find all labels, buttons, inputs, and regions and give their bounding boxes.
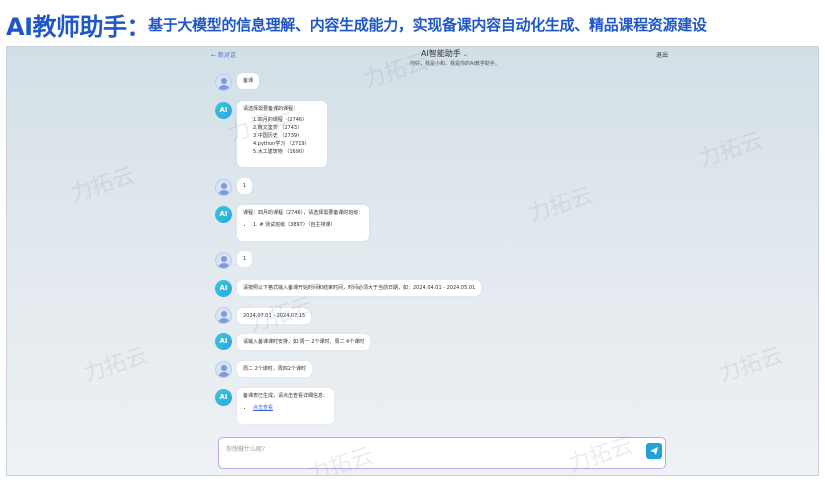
ai-message: 请输入备课课时安排，如:周一 2个课时，周二 4个课时 xyxy=(237,334,371,350)
ai-message: 课程：四月的课程（2746），请选择需要备课的班级： 1. # 测试班级（389… xyxy=(237,205,370,241)
user-avatar-icon xyxy=(215,307,232,324)
list-item: 1.四月的课程 （2746） xyxy=(253,117,308,123)
exit-link[interactable]: 退出 xyxy=(656,50,668,59)
assistant-greeting: 你好，我是小和，我是你的AI教学助手。 xyxy=(410,61,500,67)
course-list: 1.四月的课程 （2746） 2.散文鉴赏 （2743） 3.中国历史 （273… xyxy=(243,116,321,156)
ai-avatar-icon: AI xyxy=(215,206,232,223)
banner-subtitle: 基于大模型的信息理解、内容生成能力，实现备课内容自动化生成、精品课程资源建设 xyxy=(148,16,707,34)
watermark: 力拓云 xyxy=(695,128,767,173)
ai-avatar-icon: AI xyxy=(215,280,232,297)
user-avatar-icon xyxy=(215,74,232,91)
send-icon xyxy=(650,447,658,455)
list-item: 2.散文鉴赏 （2743） xyxy=(253,125,303,131)
user-avatar-icon xyxy=(215,361,232,378)
message-text: 请选择需要备课的课程： xyxy=(243,106,299,112)
assistant-title-text: AI智能助手 xyxy=(421,49,461,58)
message-text: 课程：四月的课程（2746），请选择需要备课的班级： xyxy=(243,210,364,216)
list-item: 4.python学习 （2719） xyxy=(253,141,310,147)
watermark: 力拓云 xyxy=(80,343,152,388)
ai-avatar-icon: AI xyxy=(215,333,232,350)
chevron-down-icon: ⌄ xyxy=(462,51,468,58)
user-avatar-icon xyxy=(215,179,232,196)
user-message: 周二 2个课时，周四2个课时 xyxy=(237,361,312,377)
banner-title: AI教师助手： xyxy=(6,13,151,41)
ai-avatar-icon: AI xyxy=(215,102,232,119)
user-message: 1 xyxy=(237,178,253,194)
user-avatar-icon xyxy=(215,252,232,269)
assistant-title[interactable]: AI智能助手 ⌄ xyxy=(421,48,468,59)
ai-message: 备课表已生成，请点击查看详细信息： 点击查看 xyxy=(237,388,335,424)
message-text: 备课表已生成，请点击查看详细信息： xyxy=(243,393,329,399)
list-item: 点击查看 xyxy=(253,404,328,412)
ai-message: 请选择需要备课的课程： 1.四月的课程 （2746） 2.散文鉴赏 （2743）… xyxy=(237,101,327,167)
list-item: 5.水工建筑物 （1690） xyxy=(253,149,308,155)
new-chat-link[interactable]: ← 新对话 xyxy=(211,50,236,59)
ai-avatar-icon: AI xyxy=(215,389,232,406)
class-list: 1. # 测试班级（3897）（自主排课） xyxy=(243,221,363,229)
user-message: 2024.07.01 - 2024.07.15 xyxy=(237,308,312,324)
watermark: 力拓云 xyxy=(67,163,139,208)
message-input-box[interactable]: 你想做什么呢? xyxy=(218,437,666,469)
ai-message: 请按照以下格式输入备课开始时间和结束时间，时间必须大于当前日期，如：2024.0… xyxy=(237,280,482,296)
watermark: 力拓云 xyxy=(715,343,787,388)
view-details-link[interactable]: 点击查看 xyxy=(253,405,273,411)
result-list: 点击查看 xyxy=(243,404,328,412)
watermark: 力拓云 xyxy=(525,183,597,228)
banner: AI教师助手： 基于大模型的信息理解、内容生成能力，实现备课内容自动化生成、精品… xyxy=(0,0,825,46)
chat-screen: ← 新对话 AI智能助手 ⌄ 退出 你好，我是小和，我是你的AI教学助手。 备课 … xyxy=(6,46,819,476)
list-item: 3.中国历史 （2739） xyxy=(253,133,303,139)
list-item: 1. # 测试班级（3897）（自主排课） xyxy=(253,221,363,229)
send-button[interactable] xyxy=(646,443,662,459)
message-input[interactable]: 你想做什么呢? xyxy=(226,444,265,453)
user-message: 1 xyxy=(237,251,253,267)
user-message: 备课 xyxy=(237,73,260,89)
